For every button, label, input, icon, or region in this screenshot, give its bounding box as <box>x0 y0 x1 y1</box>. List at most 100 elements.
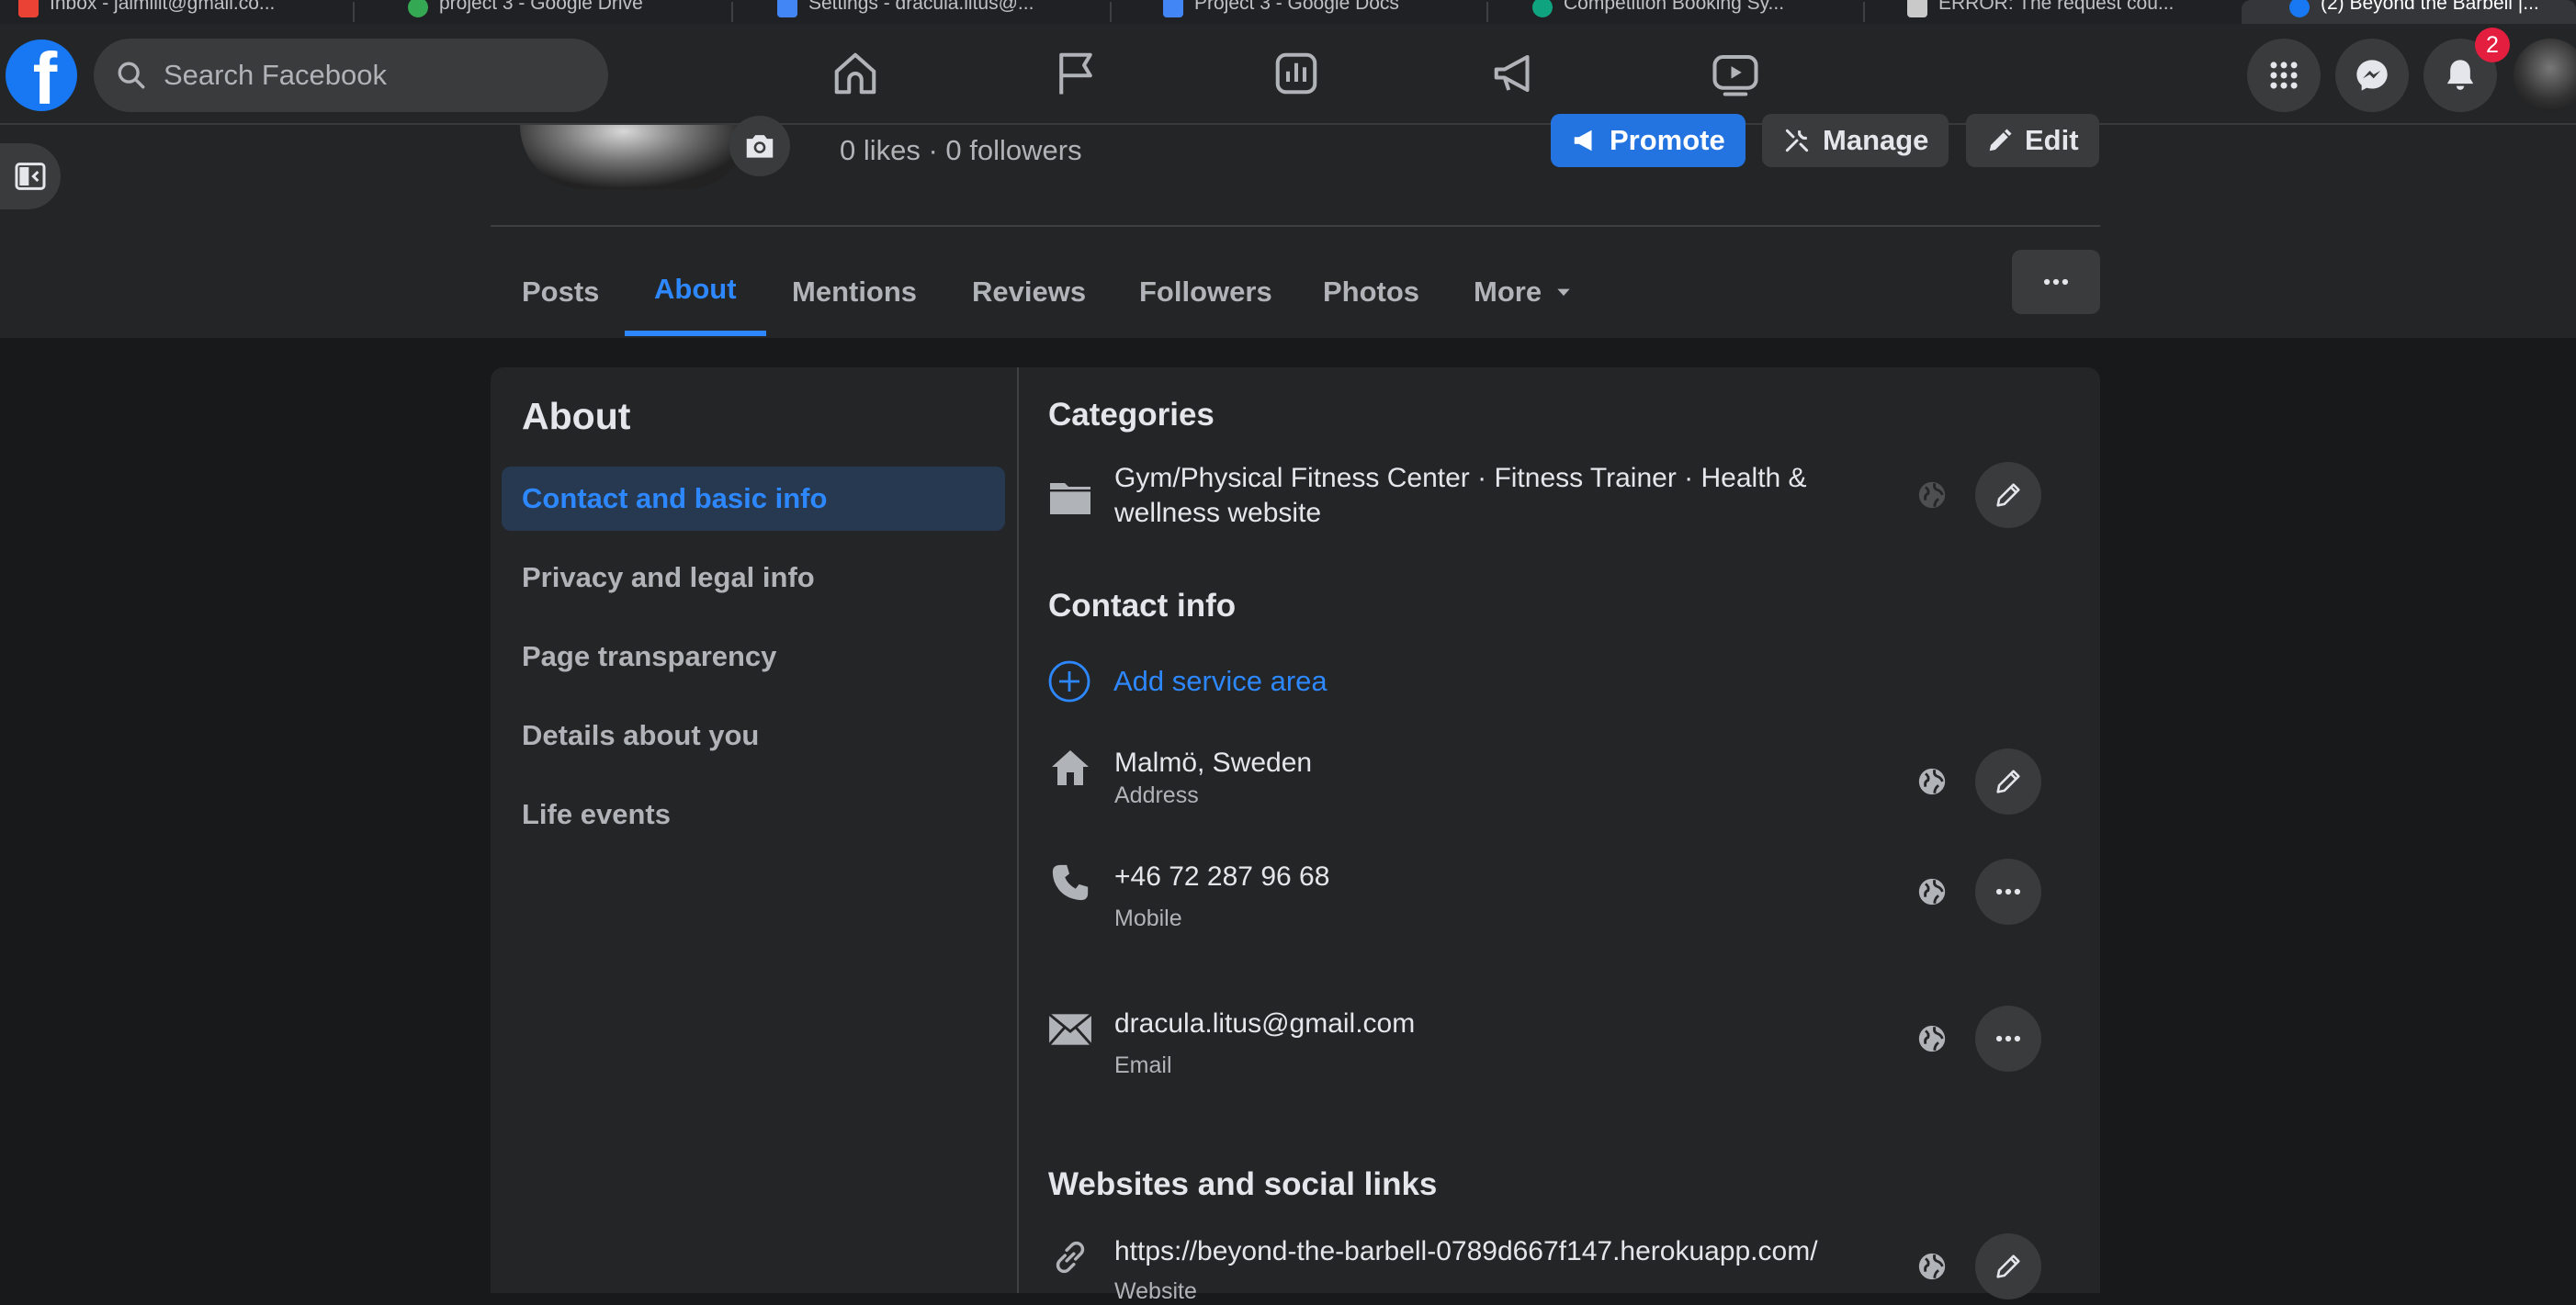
page-stats: 0 likes · 0 followers <box>840 134 1082 166</box>
sidebar-item-life-events[interactable]: Life events <box>502 782 1005 847</box>
home-icon <box>834 52 876 95</box>
websites-title: Websites and social links <box>1048 1166 1438 1202</box>
tab-divider <box>353 2 355 22</box>
search-input[interactable] <box>162 58 566 93</box>
envelope-icon <box>1047 1007 1093 1052</box>
search-box[interactable] <box>94 39 608 112</box>
nav-home[interactable] <box>823 46 887 101</box>
browser-tab-settings[interactable]: Settings - dracula.litus@... <box>777 0 1108 24</box>
browser-tab-title: Competition Booking Sy... <box>1564 0 1785 14</box>
pencil-icon <box>1996 483 2020 507</box>
globe-icon <box>1916 1251 1948 1282</box>
manage-button[interactable]: Manage <box>1762 114 1949 167</box>
tab-reviews[interactable]: Reviews <box>943 248 1115 336</box>
manage-label: Manage <box>1823 124 1929 156</box>
messenger-button[interactable] <box>2335 39 2409 112</box>
edit-button[interactable]: Edit <box>1966 114 2099 167</box>
facebook-logo[interactable]: f <box>6 39 77 111</box>
browser-tab-title: project 3 - Google Drive <box>439 0 643 14</box>
sidebar-toggle-icon <box>15 163 46 190</box>
browser-tab-docs[interactable]: Project 3 - Google Docs <box>1163 0 1494 24</box>
bell-icon <box>2446 60 2474 90</box>
profile-picture[interactable] <box>520 125 750 189</box>
ellipsis-icon <box>1995 888 2021 895</box>
add-service-area-button[interactable]: Add service area <box>1047 659 1328 703</box>
insights-icon <box>1275 52 1317 95</box>
browser-tab-booking[interactable]: Competition Booking Sy... <box>1532 0 1863 24</box>
search-icon <box>118 62 145 89</box>
nav-pages[interactable] <box>1044 46 1108 101</box>
sidebar-item-contact-basic-info[interactable]: Contact and basic info <box>502 467 1005 531</box>
email-options-button[interactable] <box>1975 1006 2041 1072</box>
website-url[interactable]: https://beyond-the-barbell-0789d667f147.… <box>1114 1234 1818 1269</box>
phone-value: +46 72 287 96 68 <box>1114 861 1330 892</box>
plus-circle-icon <box>1048 660 1090 703</box>
about-divider <box>1017 367 1019 1293</box>
edit-address-button[interactable] <box>1975 748 2041 815</box>
address-value: Malmö, Sweden <box>1114 748 1313 778</box>
browser-tab-title: Inbox - jaimlilt@gmail.co... <box>50 0 276 14</box>
tab-divider <box>731 2 733 22</box>
tab-more[interactable]: More <box>1444 248 1602 336</box>
edit-website-button[interactable] <box>1975 1233 2041 1299</box>
nav-watch[interactable] <box>1703 46 1768 101</box>
pencil-icon <box>1996 1254 2020 1278</box>
flag-icon <box>1059 52 1092 95</box>
tab-followers[interactable]: Followers <box>1110 248 1302 336</box>
about-title: About <box>522 395 631 437</box>
nav-ads[interactable] <box>1483 46 1547 101</box>
tab-divider <box>1863 2 1865 22</box>
megaphone-icon <box>1574 129 1592 152</box>
account-avatar[interactable] <box>2514 39 2576 112</box>
camera-icon <box>746 135 774 158</box>
caret-down-icon <box>1557 288 1570 297</box>
notification-badge: 2 <box>2475 28 2510 62</box>
more-options-button[interactable] <box>2012 250 2100 314</box>
browser-tab-facebook[interactable]: (2) Beyond the Barbell |... <box>2242 0 2576 24</box>
openai-icon <box>1532 0 1553 17</box>
phone-options-button[interactable] <box>1975 859 2041 925</box>
globe-icon <box>1916 479 1948 511</box>
tab-posts[interactable]: Posts <box>492 248 628 336</box>
sidebar-item-details-about-you[interactable]: Details about you <box>502 703 1005 768</box>
promote-button[interactable]: Promote <box>1551 114 1746 167</box>
edit-categories-button[interactable] <box>1975 462 2041 528</box>
address-label: Address <box>1114 782 1199 808</box>
nav-insights[interactable] <box>1264 46 1328 101</box>
categories-line-2: wellness website <box>1114 498 1322 528</box>
pencil-icon <box>1996 770 2020 793</box>
facebook-logo-glyph: f <box>32 39 58 112</box>
phone-label: Mobile <box>1114 906 1182 931</box>
pencil-icon <box>1989 129 2012 152</box>
update-photo-button[interactable] <box>729 116 790 176</box>
globe-icon <box>1916 876 1948 907</box>
heroku-icon <box>1907 0 1927 17</box>
add-service-area-label: Add service area <box>1113 665 1328 697</box>
edit-label: Edit <box>2025 124 2079 156</box>
browser-tab-title: ERROR: The request cou... <box>1938 0 2175 14</box>
browser-tab-drive[interactable]: project 3 - Google Drive <box>408 0 729 24</box>
browser-tab-title: (2) Beyond the Barbell |... <box>2321 0 2539 14</box>
email-value: dracula.litus@gmail.com <box>1114 1008 1416 1039</box>
gmail-icon <box>777 0 797 17</box>
sidebar-item-page-transparency[interactable]: Page transparency <box>502 624 1005 689</box>
tab-photos[interactable]: Photos <box>1294 248 1449 336</box>
drive-icon <box>408 0 428 17</box>
website-label: Website <box>1114 1278 1197 1304</box>
categories-title: Categories <box>1048 397 1215 433</box>
top-navigation-bar: f <box>0 24 2576 125</box>
docs-icon <box>1163 0 1183 17</box>
gmail-icon <box>18 0 39 17</box>
tab-about[interactable]: About <box>625 248 766 336</box>
menu-button[interactable] <box>2247 39 2321 112</box>
messenger-icon <box>2356 60 2388 91</box>
tab-mentions[interactable]: Mentions <box>763 248 946 336</box>
facebook-icon <box>2289 0 2310 17</box>
home-icon <box>1047 744 1093 790</box>
globe-icon <box>1916 766 1948 797</box>
sidebar-item-privacy-legal-info[interactable]: Privacy and legal info <box>502 546 1005 610</box>
browser-tab-error[interactable]: ERROR: The request cou... <box>1907 0 2238 24</box>
tools-icon <box>1785 129 1809 152</box>
browser-tab-strip: Inbox - jaimlilt@gmail.co... project 3 -… <box>0 0 2576 24</box>
browser-tab-gmail[interactable]: Inbox - jaimlilt@gmail.co... <box>18 0 340 24</box>
